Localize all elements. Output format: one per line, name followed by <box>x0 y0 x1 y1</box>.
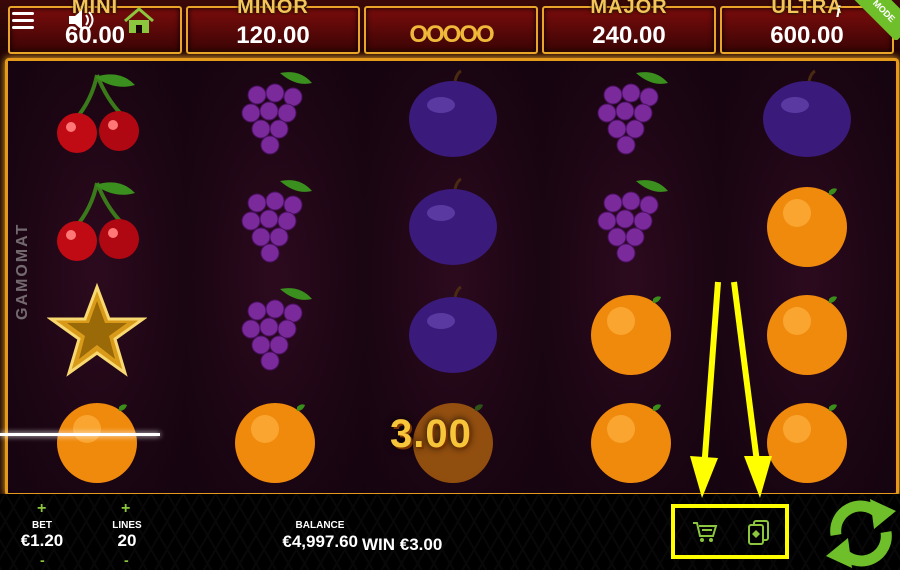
symbol-star <box>8 277 186 385</box>
win-overlay: 3.00 <box>390 412 472 456</box>
lines-minus-button[interactable]: - <box>124 552 129 568</box>
bet-minus-button[interactable]: - <box>40 552 45 568</box>
lines-label: LINES <box>112 520 142 531</box>
balance-label: BALANCE <box>295 520 345 531</box>
symbol-plum <box>720 61 894 169</box>
grapes-icon <box>241 72 312 155</box>
balance-value: €4,997.60 <box>282 532 358 551</box>
win-line <box>0 433 160 436</box>
reel-1 <box>8 61 188 493</box>
bet-value: €1.20 <box>20 531 64 550</box>
speaker-icon[interactable] <box>66 8 96 32</box>
plum-icon <box>409 177 497 265</box>
symbol-orange <box>8 385 186 493</box>
jackpot-minor-label: MINOR <box>237 0 309 18</box>
grapes-icon <box>241 180 312 263</box>
jackpot-minor-value: 120.00 <box>236 22 310 49</box>
bet-plus-button[interactable]: + <box>37 500 46 518</box>
jackpot-major: MAJOR 240.00 <box>542 0 716 54</box>
grapes-icon <box>597 180 668 263</box>
orange-icon <box>235 403 315 483</box>
info-icon[interactable]: i <box>836 4 840 22</box>
highlight-arrows <box>690 281 772 498</box>
symbol-grapes <box>186 61 364 169</box>
symbol-cherry <box>8 169 186 277</box>
plum-icon <box>409 69 497 157</box>
symbol-orange <box>720 169 894 277</box>
lines-value: 20 <box>117 531 137 550</box>
orange-icon <box>57 403 137 483</box>
symbol-plum <box>364 277 542 385</box>
jackpot-rings: OOOOO <box>364 6 538 54</box>
orange-icon <box>591 403 671 483</box>
jackpot-major-value: 240.00 <box>592 22 666 49</box>
grapes-icon <box>597 72 668 155</box>
symbol-grapes <box>186 169 364 277</box>
symbol-grapes <box>542 169 720 277</box>
cart-icon[interactable] <box>688 515 722 549</box>
cards-icon[interactable] <box>742 515 776 549</box>
cherry-icon <box>57 182 139 261</box>
lines-plus-button[interactable]: + <box>121 500 130 518</box>
mode-badge-label: MODE <box>853 0 900 40</box>
symbol-grapes <box>186 277 364 385</box>
mode-badge: MODE <box>840 0 900 40</box>
cherry-icon <box>57 74 139 153</box>
menu-icon[interactable] <box>6 8 40 36</box>
plum-icon <box>763 69 851 157</box>
reel-2 <box>186 61 366 493</box>
brand-watermark: GAMOMAT <box>14 222 31 320</box>
bet-label: BET <box>32 520 52 531</box>
jackpot-rings-value: OOOOO <box>409 21 494 48</box>
symbol-plum <box>364 169 542 277</box>
symbol-cherry <box>8 61 186 169</box>
spin-icon[interactable] <box>822 497 900 570</box>
jackpot-major-label: MAJOR <box>590 0 668 18</box>
star-icon <box>47 282 147 377</box>
orange-icon <box>591 295 671 375</box>
home-icon[interactable] <box>122 6 156 36</box>
symbol-grapes <box>542 61 720 169</box>
symbol-plum <box>364 61 542 169</box>
jackpot-minor: MINOR 120.00 <box>186 0 360 54</box>
grapes-icon <box>241 288 312 371</box>
symbol-orange <box>186 385 364 493</box>
orange-icon <box>767 187 847 267</box>
plum-icon <box>409 285 497 373</box>
win-text: WIN €3.00 <box>362 535 443 554</box>
